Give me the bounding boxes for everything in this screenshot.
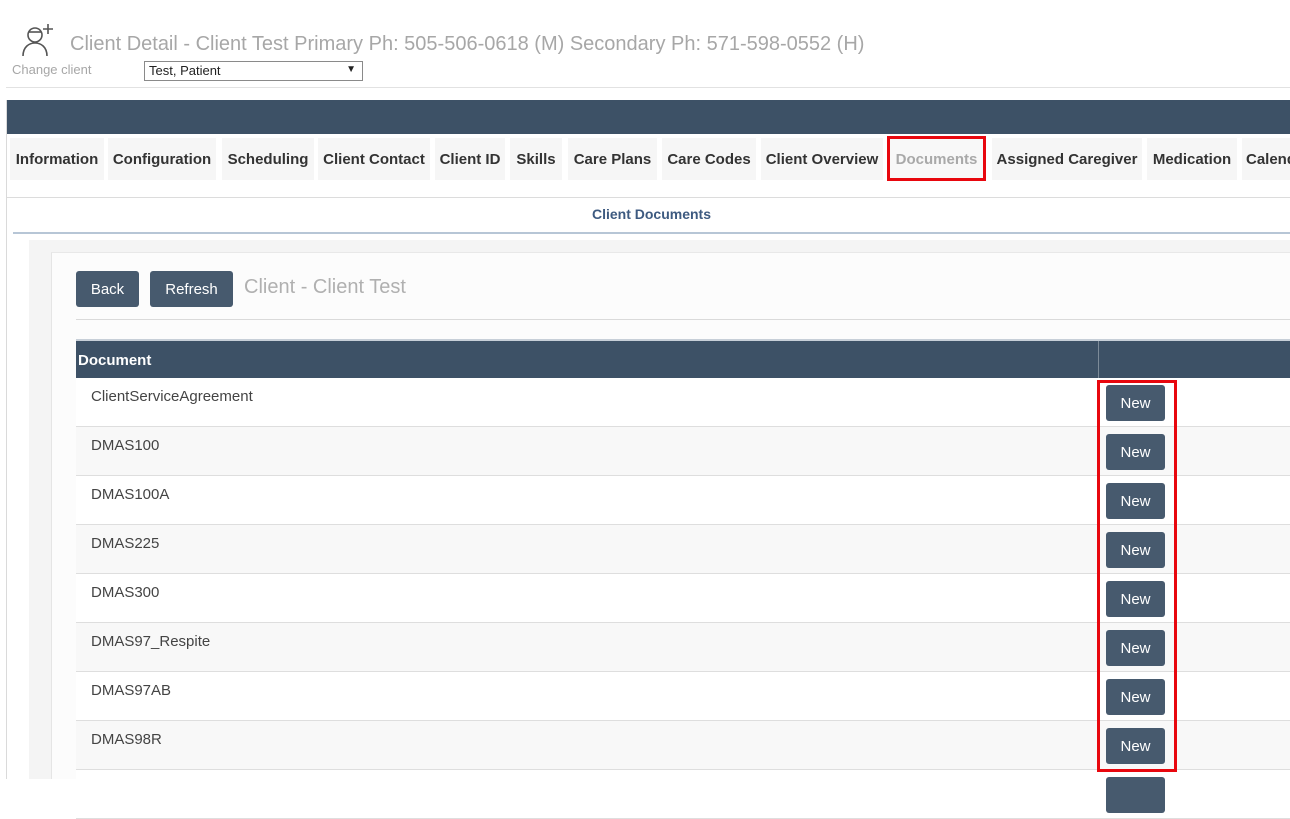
documents-tab-highlight [887,136,986,181]
table-row [76,770,1290,819]
document-name: DMAS225 [91,535,160,552]
change-client-label: Change client [12,62,92,77]
tab-skills[interactable]: Skills [510,138,562,180]
tab-scheduling[interactable]: Scheduling [222,138,314,180]
panel-subtitle: Client - Client Test [244,276,406,298]
column-divider [1098,341,1099,378]
back-button[interactable]: Back [76,271,139,307]
new-buttons-highlight [1097,380,1177,772]
document-name: ClientServiceAgreement [91,388,253,405]
client-select[interactable]: Test, Patient ▼ [144,61,363,81]
tab-assigned-caregiver[interactable]: Assigned Caregiver [992,138,1142,180]
tab-information[interactable]: Information [10,138,104,180]
top-navbar [7,100,1290,134]
refresh-button[interactable]: Refresh [150,271,233,307]
document-name: DMAS98R [91,731,162,748]
header-divider [6,87,1290,88]
document-name: DMAS97_Respite [91,633,211,650]
tab-calendar[interactable]: Calendar [1242,138,1290,180]
tab-medication[interactable]: Medication [1147,138,1237,180]
table-header: Document [76,339,1290,378]
document-name: DMAS300 [91,584,160,601]
client-select-value: Test, Patient [149,63,221,78]
new-document-button-partial[interactable] [1106,777,1165,813]
section-title: Client Documents [13,206,1290,234]
document-name: DMAS97AB [91,682,172,699]
tab-configuration[interactable]: Configuration [108,138,216,180]
client-user-add-icon [22,24,53,57]
tab-bar: Information Configuration Scheduling Cli… [7,134,1290,198]
column-header-document: Document [78,352,152,369]
document-name: DMAS100 [91,437,160,454]
tab-client-overview[interactable]: Client Overview [761,138,883,180]
tab-client-contact[interactable]: Client Contact [318,138,430,180]
document-name: DMAS100A [91,486,170,503]
panel-divider [76,319,1290,320]
page-title: Client Detail - Client Test Primary Ph: … [70,33,865,55]
tab-care-codes[interactable]: Care Codes [662,138,756,180]
tab-care-plans[interactable]: Care Plans [568,138,657,180]
tab-client-id[interactable]: Client ID [435,138,505,180]
dropdown-arrow-icon: ▼ [346,64,356,75]
